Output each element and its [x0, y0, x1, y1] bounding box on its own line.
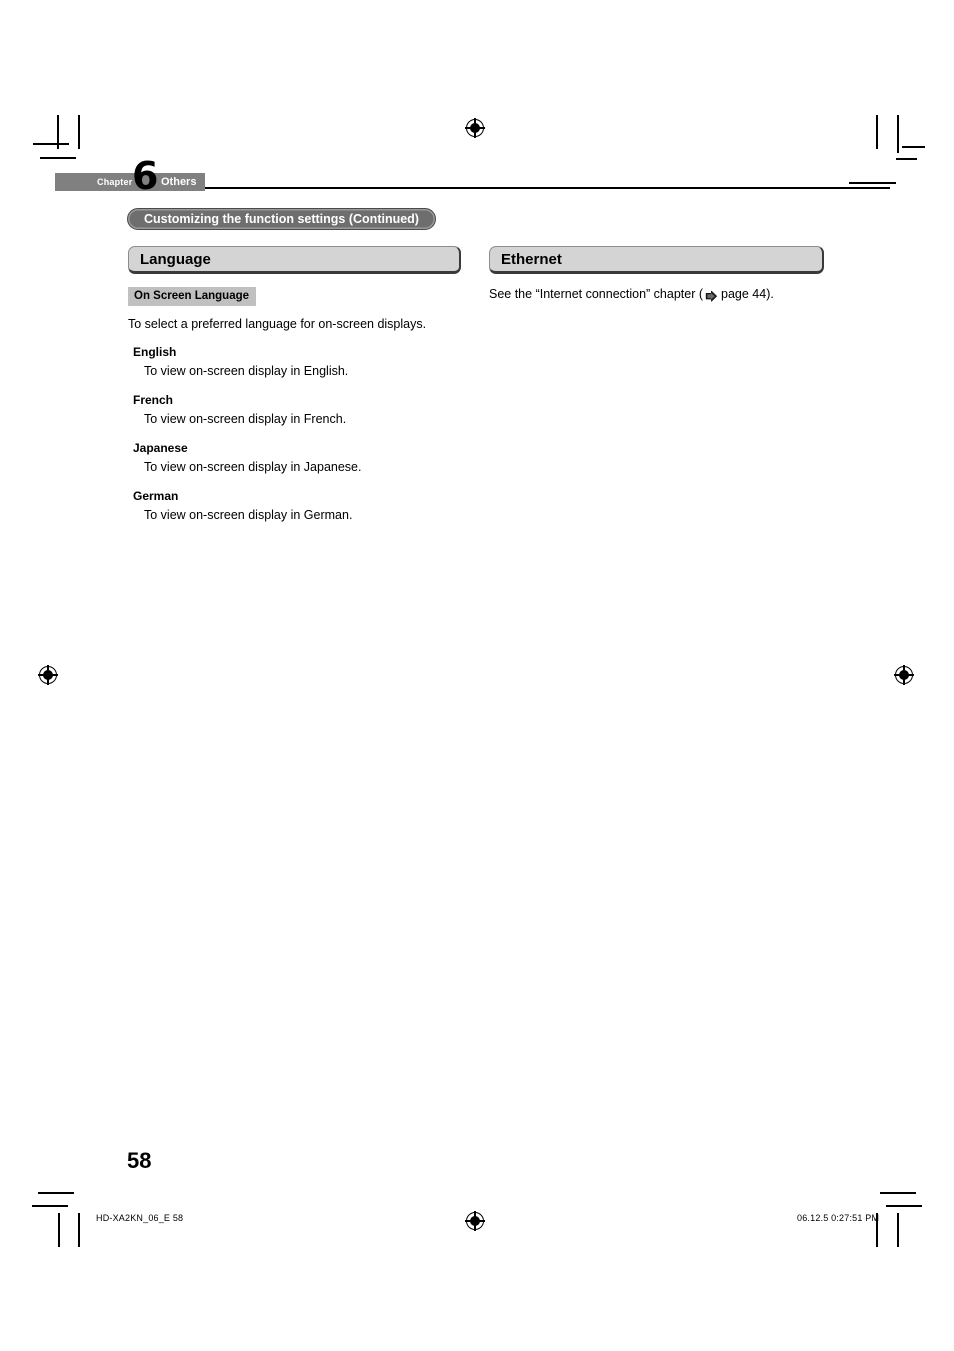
- cross-reference-text-after: page 44).: [721, 287, 774, 301]
- crop-mark-top-right-v2: [897, 115, 899, 153]
- document-page: Chapter 6 Others Customizing the functio…: [0, 0, 954, 1351]
- section-breadcrumb-label: Customizing the function settings (Conti…: [144, 212, 419, 226]
- crop-mark-top-right-h2: [896, 158, 917, 160]
- definition-description: To view on-screen display in German.: [144, 508, 353, 523]
- header-divider-rule: [205, 187, 890, 189]
- definition-description: To view on-screen display in Japanese.: [144, 460, 362, 475]
- crop-mark-bottom-left-h2: [32, 1205, 68, 1207]
- chapter-label: Chapter: [97, 177, 133, 187]
- page-number: 58: [127, 1148, 152, 1173]
- definition-list: English To view on-screen display in Eng…: [128, 345, 468, 524]
- crop-mark-bottom-right-h2: [886, 1205, 922, 1207]
- right-arrow-icon: [705, 290, 718, 303]
- left-content-column: On Screen Language To select a preferred…: [128, 286, 468, 524]
- footer-filename: HD-XA2KN_06_E 58: [96, 1213, 184, 1223]
- definition-term: German: [133, 488, 179, 503]
- registration-mark-right-middle: [894, 665, 914, 685]
- crop-mark-top-left-h2: [40, 157, 76, 159]
- crop-mark-bottom-left-v2: [78, 1213, 80, 1247]
- definition-description: To view on-screen display in English.: [144, 364, 349, 379]
- definition-term: English: [133, 344, 177, 359]
- chapter-number: 6: [132, 154, 159, 198]
- chapter-name: Others: [161, 176, 197, 188]
- registration-mark-left-middle: [38, 665, 58, 685]
- crop-mark-bottom-right-v2: [897, 1213, 899, 1247]
- crop-mark-bottom-left-h1: [38, 1192, 74, 1194]
- right-content-column: See the “Internet connection” chapter ( …: [489, 286, 829, 302]
- footer-timestamp: 06.12.5 0:27:51 PM: [797, 1213, 880, 1223]
- left-intro-text: To select a preferred language for on-sc…: [128, 316, 427, 331]
- section-title-ethernet: Ethernet: [501, 250, 562, 268]
- crop-mark-top-right-v1: [876, 115, 878, 149]
- definition-description: To view on-screen display in French.: [144, 412, 347, 427]
- subsection-badge-on-screen-language: On Screen Language: [128, 287, 257, 306]
- section-title-language: Language: [140, 250, 211, 268]
- crop-mark-top-left-h1: [33, 143, 69, 145]
- registration-mark-top-center: [465, 118, 485, 138]
- crop-mark-top-right-h3: [849, 182, 896, 184]
- definition-term: Japanese: [133, 440, 188, 455]
- crop-mark-top-right-h1: [902, 146, 925, 148]
- section-title-bar-language: Language: [128, 246, 461, 274]
- cross-reference-line: See the “Internet connection” chapter ( …: [489, 286, 829, 302]
- cross-reference-text-before: See the “Internet connection” chapter (: [489, 287, 704, 301]
- crop-mark-top-left-v2: [78, 115, 80, 149]
- definition-term: French: [133, 392, 174, 407]
- crop-mark-bottom-left-v1: [58, 1213, 60, 1247]
- registration-mark-bottom-center: [465, 1211, 485, 1231]
- section-breadcrumb-pill: Customizing the function settings (Conti…: [127, 208, 436, 230]
- crop-mark-bottom-right-h1: [880, 1192, 916, 1194]
- section-title-bar-ethernet: Ethernet: [489, 246, 824, 274]
